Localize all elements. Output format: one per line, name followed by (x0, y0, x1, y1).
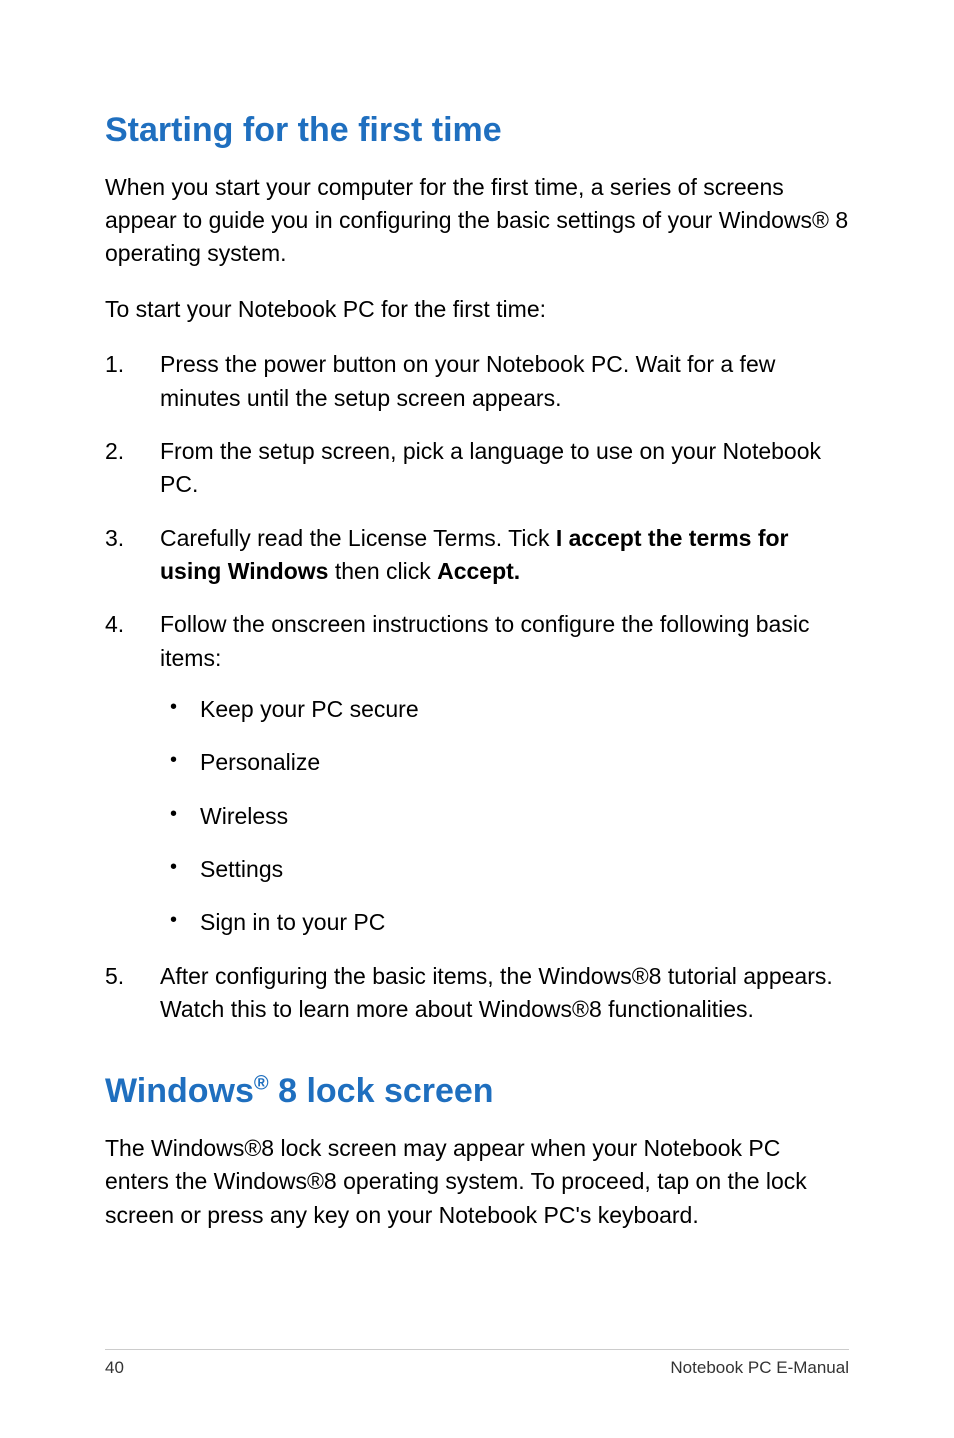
step-3-pre: Carefully read the License Terms. Tick (160, 525, 556, 551)
steps-list: Press the power button on your Notebook … (105, 348, 849, 1026)
heading2-pre: Windows (105, 1072, 254, 1110)
page-number: 40 (105, 1358, 124, 1378)
step-2: From the setup screen, pick a language t… (105, 435, 849, 502)
step-3: Carefully read the License Terms. Tick I… (105, 522, 849, 589)
heading2-post: 8 lock screen (269, 1072, 494, 1110)
bullet-settings: Settings (160, 853, 849, 886)
bullets-list: Keep your PC secure Personalize Wireless… (160, 693, 849, 940)
step-3-mid: then click (328, 558, 437, 584)
heading2-sup: ® (254, 1073, 269, 1095)
step-3-bold2: Accept. (437, 558, 520, 584)
step-4-text: Follow the onscreen instructions to conf… (160, 611, 809, 670)
step-1: Press the power button on your Notebook … (105, 348, 849, 415)
document-title: Notebook PC E-Manual (670, 1358, 849, 1378)
heading-lock-screen: Windows® 8 lock screen (105, 1071, 849, 1112)
page-footer: 40 Notebook PC E-Manual (105, 1349, 849, 1378)
bullet-wireless: Wireless (160, 800, 849, 833)
bullet-signin: Sign in to your PC (160, 906, 849, 939)
lock-paragraph: The Windows®8 lock screen may appear whe… (105, 1132, 849, 1232)
intro-paragraph: When you start your computer for the fir… (105, 171, 849, 271)
step-5: After configuring the basic items, the W… (105, 960, 849, 1027)
bullet-personalize: Personalize (160, 746, 849, 779)
step-4: Follow the onscreen instructions to conf… (105, 608, 849, 939)
bullet-keep-secure: Keep your PC secure (160, 693, 849, 726)
heading-starting-first-time: Starting for the first time (105, 110, 849, 151)
sub-paragraph: To start your Notebook PC for the first … (105, 293, 849, 326)
